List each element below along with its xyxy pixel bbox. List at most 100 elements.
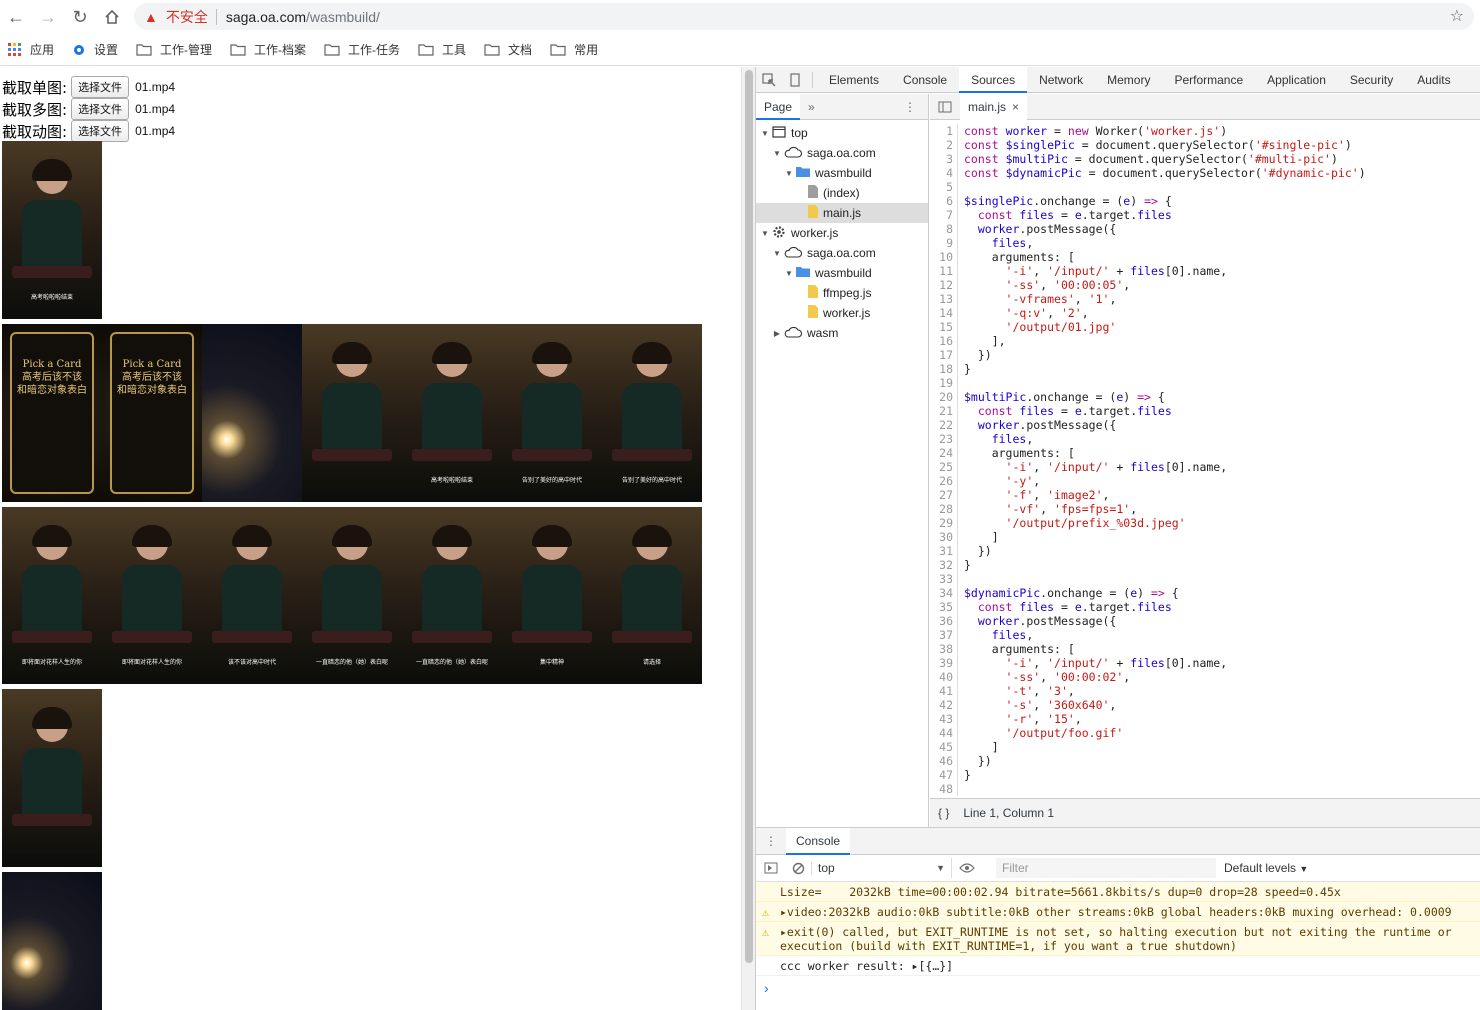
code-text: $dynamicPic.onchange = (e) => {: [964, 586, 1179, 600]
line-number: 45: [930, 740, 958, 754]
line-number: 29: [930, 516, 958, 530]
triangle-down-icon[interactable]: ▼: [760, 229, 770, 238]
line-number: 38: [930, 642, 958, 656]
pretty-print-icon[interactable]: { }: [938, 806, 949, 820]
folder-icon: [324, 44, 340, 56]
bookmark-0[interactable]: 应用: [8, 41, 54, 58]
context-select[interactable]: top ▼: [812, 858, 952, 878]
clear-console-icon[interactable]: [786, 861, 812, 875]
line-number: 14: [930, 306, 958, 320]
tree-item-top[interactable]: ▼ top: [756, 123, 928, 143]
tree-item-sagaoacom[interactable]: ▼ saga.oa.com: [756, 243, 928, 263]
triangle-down-icon[interactable]: ▼: [760, 129, 770, 138]
bookmark-1[interactable]: 设置: [72, 41, 118, 58]
drawer-menu-icon[interactable]: ⋮: [756, 834, 786, 848]
line-number: 3: [930, 152, 958, 166]
reload-icon[interactable]: ↻: [64, 1, 96, 33]
code-editor[interactable]: 1 const worker = new Worker('worker.js') 2…: [930, 121, 1480, 798]
console-message-text: Lsize= 2032kB time=00:00:02.94 bitrate=5…: [780, 885, 1341, 899]
js-file-icon: [808, 285, 818, 301]
page-scrollbar[interactable]: [741, 67, 755, 1010]
star-icon[interactable]: ☆: [1450, 6, 1464, 26]
cloud-icon: [784, 326, 803, 341]
tab-application[interactable]: Application: [1255, 67, 1338, 93]
tree-item-label: saga.oa.com: [807, 146, 876, 160]
tab-console[interactable]: Console: [891, 67, 959, 93]
bookmark-6[interactable]: 文档: [484, 41, 532, 58]
toggle-navigator-icon[interactable]: [930, 101, 960, 113]
tab-console[interactable]: Console: [786, 827, 851, 855]
back-icon[interactable]: ←: [0, 1, 32, 33]
tree-item-mainjs[interactable]: main.js: [756, 203, 928, 223]
bookmark-4[interactable]: 工作-任务: [324, 41, 400, 58]
url-path: /wasmbuild/: [306, 8, 380, 25]
bookmarks-bar: 应用 设置 工作-管理 工作-档案 工作-任务 工具 文档 常用: [0, 34, 1480, 66]
home-icon[interactable]: [96, 1, 128, 33]
scroll-thumb[interactable]: [745, 70, 753, 963]
bookmark-3[interactable]: 工作-档案: [230, 41, 306, 58]
choose-file-button[interactable]: 选择文件: [71, 120, 130, 142]
tree-item-workerjs[interactable]: ▼ worker.js: [756, 223, 928, 243]
code-text: const worker = new Worker('worker.js'): [964, 124, 1228, 138]
code-line: 21 const files = e.target.files: [930, 404, 1480, 418]
tree-item-ffmpegjs[interactable]: ffmpeg.js: [756, 283, 928, 303]
code-line: 45 ]: [930, 740, 1480, 754]
code-text: '-ss', '00:00:02',: [1005, 670, 1131, 684]
cloud-icon: [784, 246, 803, 261]
eye-icon[interactable]: [952, 863, 982, 873]
line-number: 9: [930, 236, 958, 250]
frame-icon: [772, 125, 786, 141]
choose-file-button[interactable]: 选择文件: [71, 76, 130, 98]
code-line: 12 '-ss', '00:00:05',: [930, 278, 1480, 292]
inspect-icon[interactable]: [756, 67, 782, 93]
tree-item-wasmbuild[interactable]: ▼ wasmbuild: [756, 163, 928, 183]
filter-input[interactable]: Filter: [996, 858, 1216, 878]
bookmark-7[interactable]: 常用: [550, 41, 598, 58]
triangle-down-icon[interactable]: ▼: [784, 169, 794, 178]
sidebar-toggle-icon[interactable]: [756, 862, 786, 874]
bookmark-5[interactable]: 工具: [418, 41, 466, 58]
triangle-right-icon[interactable]: ▶: [772, 329, 782, 338]
tab-memory[interactable]: Memory: [1095, 67, 1162, 93]
line-number: 26: [930, 474, 958, 488]
editor-tab-main-js[interactable]: main.js ×: [960, 93, 1028, 120]
choose-file-button[interactable]: 选择文件: [71, 98, 130, 120]
tab-audits[interactable]: Audits: [1405, 67, 1462, 93]
menu-dots-icon[interactable]: ⋮: [904, 100, 916, 114]
code-text: ]: [964, 740, 999, 754]
line-number: 24: [930, 446, 958, 460]
address-bar[interactable]: ▲ 不安全 saga.oa.com/wasmbuild/ ☆: [134, 3, 1474, 30]
tree-item-index[interactable]: (index): [756, 183, 928, 203]
tab-performance[interactable]: Performance: [1162, 67, 1255, 93]
tree-item-workerjs[interactable]: worker.js: [756, 303, 928, 323]
tree-item-sagaoacom[interactable]: ▼ saga.oa.com: [756, 143, 928, 163]
tab-network[interactable]: Network: [1027, 67, 1095, 93]
tab-elements[interactable]: Elements: [817, 67, 891, 93]
triangle-down-icon[interactable]: ▼: [772, 149, 782, 158]
code-line: 8 worker.postMessage({: [930, 222, 1480, 236]
tree-item-wasmbuild[interactable]: ▼ wasmbuild: [756, 263, 928, 283]
triangle-down-icon[interactable]: ▼: [784, 269, 794, 278]
insecure-label[interactable]: 不安全: [166, 7, 208, 27]
levels-dropdown[interactable]: Default levels ▼: [1224, 861, 1308, 875]
code-line: 6 $singlePic.onchange = (e) => {: [930, 194, 1480, 208]
more-tabs-icon[interactable]: »: [808, 100, 815, 114]
tree-item-wasm[interactable]: ▶ wasm: [756, 323, 928, 343]
code-line: 18}: [930, 362, 1480, 376]
bookmark-2[interactable]: 工作-管理: [136, 41, 212, 58]
tree-item-label: top: [791, 126, 808, 140]
device-toggle-icon[interactable]: [782, 67, 808, 93]
levels-label: Default levels: [1224, 861, 1297, 875]
console-prompt-icon[interactable]: ›: [764, 980, 769, 996]
triangle-down-icon[interactable]: ▼: [772, 249, 782, 258]
bookmark-label: 工具: [442, 43, 467, 57]
video-frame: 一直暗恋的他（她）表白呢: [302, 507, 402, 684]
video-frame: 集中精神: [502, 507, 602, 684]
tab-security[interactable]: Security: [1338, 67, 1405, 93]
tab-page[interactable]: Page: [756, 93, 801, 120]
forward-icon[interactable]: →: [32, 1, 64, 33]
tab-sources[interactable]: Sources: [959, 66, 1028, 93]
video-frame: 告别了美好的高中时代: [602, 324, 702, 502]
line-number: 41: [930, 684, 958, 698]
close-icon[interactable]: ×: [1012, 94, 1019, 120]
